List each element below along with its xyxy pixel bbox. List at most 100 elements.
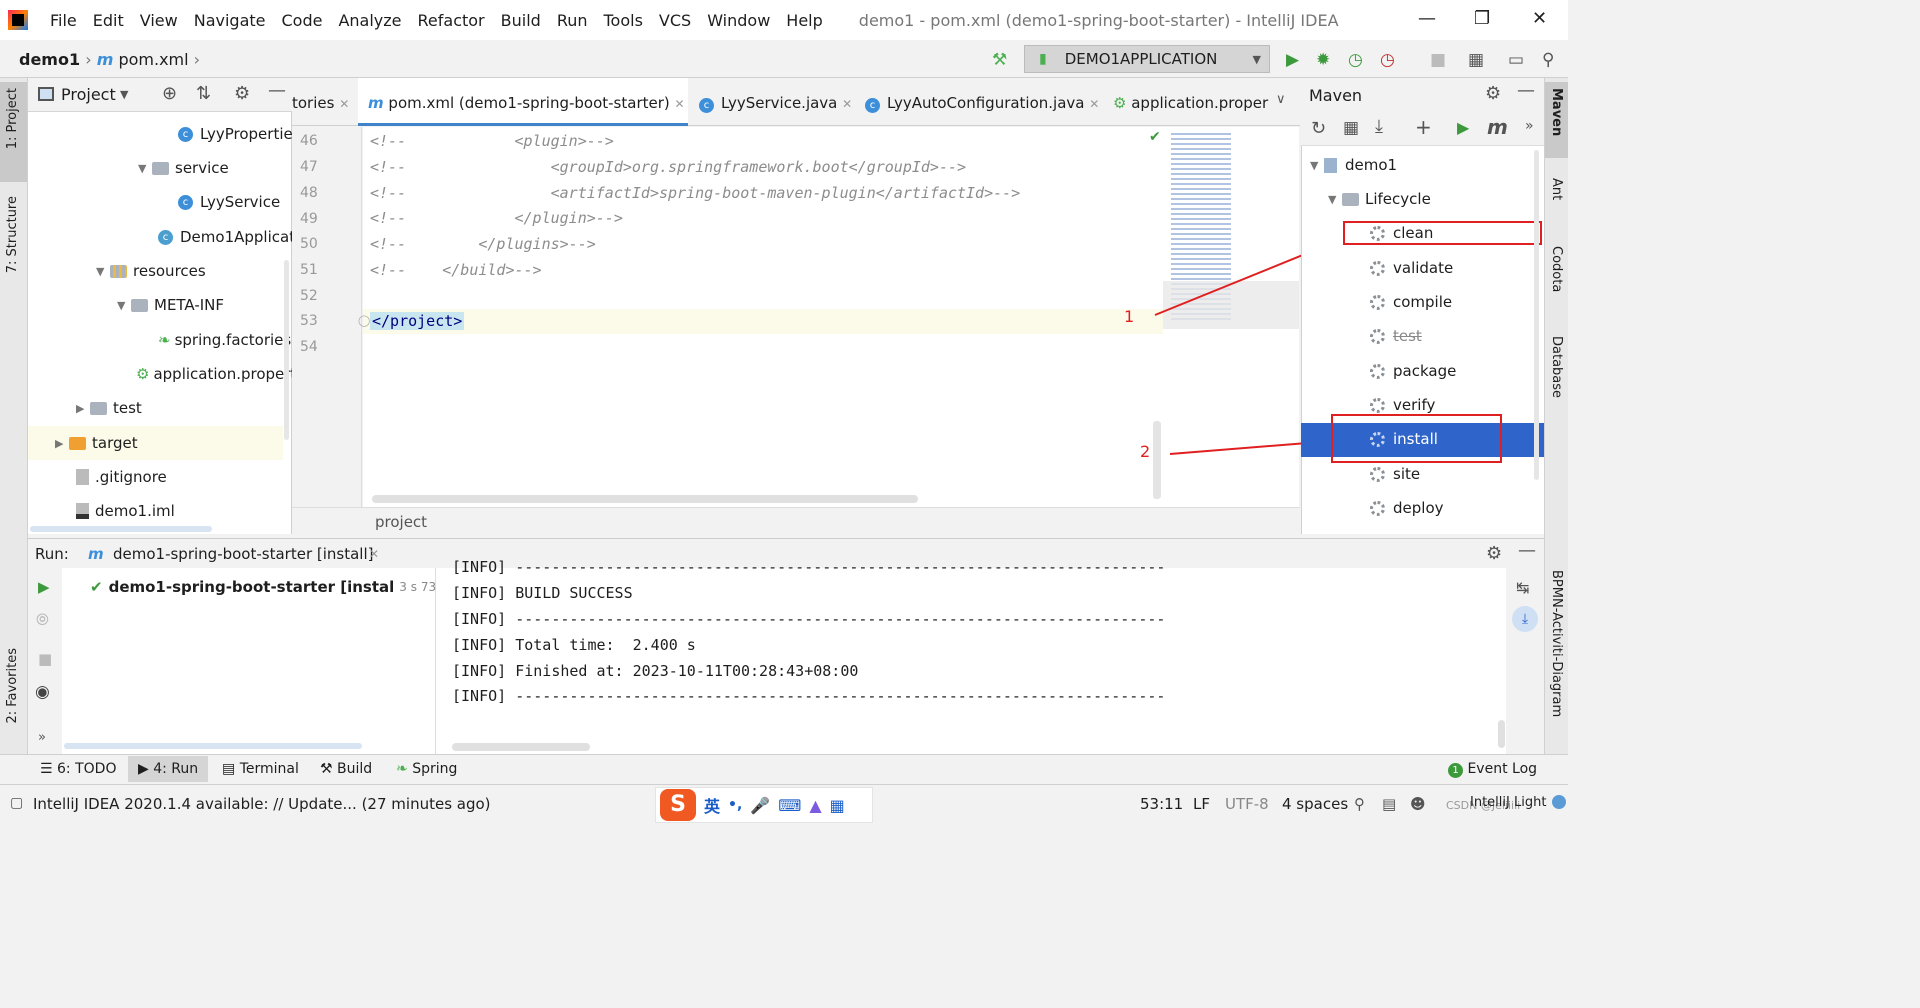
run-tab[interactable]: demo1-spring-boot-starter [install] xyxy=(113,545,373,563)
build-hammer-icon[interactable]: ⚒ xyxy=(992,50,1007,70)
indent-setting[interactable]: 4 spaces xyxy=(1282,795,1348,813)
more-icon[interactable]: » xyxy=(1525,118,1534,134)
layout-icon[interactable]: ▭ xyxy=(1508,50,1524,70)
tab-event-log[interactable]: 1 Event Log xyxy=(1448,761,1537,778)
hide-icon[interactable]: — xyxy=(1518,540,1536,561)
status-message[interactable]: IntelliJ IDEA 2020.1.4 available: // Upd… xyxy=(33,795,491,813)
microphone-icon[interactable]: 🎤 xyxy=(750,796,770,815)
console-output[interactable]: [INFO] ---------------------------------… xyxy=(436,558,1506,754)
sogou-logo-icon[interactable]: S xyxy=(660,789,696,821)
menu-tools[interactable]: Tools xyxy=(596,11,651,30)
menu-navigate[interactable]: Navigate xyxy=(186,11,274,30)
inspector-icon[interactable]: ☻ xyxy=(1410,795,1426,813)
ime-punctuation[interactable]: •, xyxy=(728,797,742,813)
coverage-icon[interactable]: ◷ xyxy=(1348,50,1363,70)
tab-structure[interactable]: 7: Structure xyxy=(5,196,20,273)
maven-goal-validate[interactable]: validate xyxy=(1370,259,1453,277)
tree-item-application-properties[interactable]: ⚙ application.propert xyxy=(136,365,296,383)
close-icon[interactable]: ✕ xyxy=(842,97,852,111)
run-tree-item[interactable]: ✔ demo1-spring-boot-starter [instal 3 s 73… xyxy=(90,578,465,596)
menu-edit[interactable]: Edit xyxy=(85,11,132,30)
tab-todo[interactable]: ☰ 6: TODO xyxy=(40,761,116,777)
maven-scrollbar[interactable] xyxy=(1534,150,1539,480)
tab-lyyservice[interactable]: c LyyService.java ✕ xyxy=(699,94,852,113)
hide-icon[interactable]: — xyxy=(1517,80,1535,101)
console-vertical-scrollbar[interactable] xyxy=(1498,720,1505,748)
hide-icon[interactable]: — xyxy=(268,80,286,101)
search-icon[interactable]: ⚲ xyxy=(1542,50,1554,70)
lock-icon[interactable]: ⚲ xyxy=(1354,795,1365,813)
line-separator[interactable]: LF xyxy=(1193,795,1210,813)
gear-icon[interactable]: ⚙ xyxy=(1486,543,1502,564)
profile-icon[interactable]: ◷ xyxy=(1380,50,1395,70)
maven-goal-verify[interactable]: verify xyxy=(1370,396,1435,414)
menu-build[interactable]: Build xyxy=(493,11,549,30)
status-layout-icon[interactable]: ▢ xyxy=(10,795,23,811)
soft-wrap-icon[interactable]: ↹ xyxy=(1516,578,1529,597)
horizontal-scrollbar[interactable] xyxy=(30,526,212,532)
locate-icon[interactable]: ⊕ xyxy=(162,83,177,104)
vertical-scrollbar[interactable] xyxy=(284,260,289,440)
add-icon[interactable]: + xyxy=(1415,115,1432,139)
close-icon[interactable]: ✕ xyxy=(675,97,685,111)
editor-horizontal-scrollbar[interactable] xyxy=(372,495,918,503)
expanded-arrow-icon[interactable]: ▼ xyxy=(1328,193,1342,206)
eye-icon[interactable]: ◉ xyxy=(35,682,50,702)
maven-goal-test-skipped[interactable]: test xyxy=(1370,327,1422,345)
project-structure-icon[interactable]: ▦ xyxy=(1468,50,1484,70)
tab-codota[interactable]: Codota xyxy=(1549,246,1564,292)
chevron-down-icon[interactable]: ▼ xyxy=(120,88,128,101)
stop-icon[interactable]: ■ xyxy=(38,650,52,668)
menu-code[interactable]: Code xyxy=(274,11,331,30)
tab-maven[interactable]: Maven xyxy=(1549,88,1564,136)
debug-bug-icon[interactable]: ✹ xyxy=(1316,50,1330,70)
download-icon[interactable]: ⤓ xyxy=(1375,116,1383,137)
menu-analyze[interactable]: Analyze xyxy=(330,11,409,30)
generate-sources-icon[interactable]: ▦ xyxy=(1343,118,1359,138)
tab-run[interactable]: ▶ 4: Run xyxy=(128,756,209,782)
breadcrumb-file[interactable]: pom.xml xyxy=(118,50,188,69)
menu-view[interactable]: View xyxy=(132,11,186,30)
tab-build[interactable]: ⚒ Build xyxy=(320,761,372,777)
menu-file[interactable]: File xyxy=(42,11,85,30)
collapse-all-icon[interactable]: ⇅ xyxy=(196,83,211,104)
reload-icon[interactable]: ↻ xyxy=(1311,118,1326,139)
ime-language[interactable]: 英 xyxy=(704,793,720,817)
expanded-arrow-icon[interactable]: ▼ xyxy=(96,265,110,278)
inspection-ok-icon[interactable]: ✔ xyxy=(1149,129,1161,145)
gear-icon[interactable]: ⚙ xyxy=(1485,83,1501,104)
minimize-icon[interactable]: — xyxy=(1418,8,1436,29)
tab-application-properties[interactable]: ⚙ application.proper xyxy=(1113,94,1269,112)
run-configuration-select[interactable]: ▮ DEMO1APPLICATION ▼ xyxy=(1024,45,1270,73)
tree-item-demo1-iml[interactable]: demo1.iml xyxy=(76,502,175,520)
expanded-arrow-icon[interactable]: ▼ xyxy=(117,299,131,312)
expanded-arrow-icon[interactable]: ▼ xyxy=(1310,159,1324,172)
close-icon[interactable]: ✕ xyxy=(1532,8,1547,29)
collapsed-arrow-icon[interactable]: ▶ xyxy=(76,402,90,415)
more-icon[interactable]: » xyxy=(38,730,46,745)
tree-item-gitignore[interactable]: .gitignore xyxy=(76,468,167,486)
skin-shirt-icon[interactable]: ▲ xyxy=(809,796,821,815)
menu-run[interactable]: Run xyxy=(549,11,596,30)
breadcrumb-project[interactable]: demo1 xyxy=(19,50,80,69)
close-icon[interactable]: ✕ xyxy=(339,97,349,111)
tab-ant[interactable]: Ant xyxy=(1549,178,1564,200)
tree-item-spring-factories[interactable]: ❧ spring.factories xyxy=(158,331,291,349)
restore-icon[interactable]: ❐ xyxy=(1474,8,1490,29)
console-horizontal-scrollbar[interactable] xyxy=(452,743,590,751)
notification-icon[interactable] xyxy=(1552,795,1566,809)
tab-project[interactable]: 1: Project xyxy=(5,88,20,149)
editor-breadcrumb-project[interactable]: project xyxy=(375,513,427,531)
stop-icon[interactable]: ■ xyxy=(1430,50,1446,70)
tree-item-target[interactable]: ▶ target xyxy=(55,434,138,452)
maven-goal-package[interactable]: package xyxy=(1370,362,1456,380)
maven-goal-site[interactable]: site xyxy=(1370,465,1420,483)
maven-lifecycle[interactable]: ▼ Lifecycle xyxy=(1328,190,1431,208)
tree-item-service[interactable]: ▼ service xyxy=(138,159,229,177)
scroll-to-end-icon[interactable]: ⤓ xyxy=(1512,606,1538,632)
close-icon[interactable]: ✕ xyxy=(1089,97,1099,111)
tab-lyyautoconfiguration[interactable]: c LyyAutoConfiguration.java ✕ xyxy=(865,94,1099,113)
tree-item-lyyservice[interactable]: c LyyService xyxy=(178,193,280,211)
tree-item-demo1application[interactable]: c Demo1Applicat xyxy=(158,228,295,246)
tab-pom-xml[interactable]: m pom.xml (demo1-spring-boot-starter) ✕ xyxy=(358,78,688,126)
